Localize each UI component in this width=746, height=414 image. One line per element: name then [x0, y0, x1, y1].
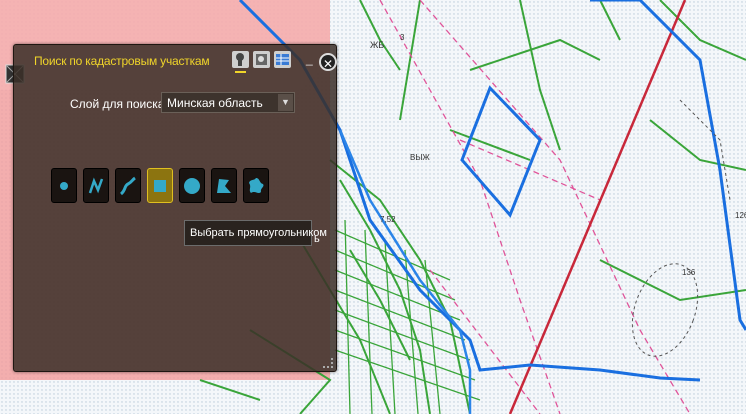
chevron-down-icon: ▼ — [278, 94, 293, 111]
tooltip-tail-text: ь — [314, 233, 320, 245]
polyline-tool[interactable] — [83, 168, 109, 203]
map-label: 3 — [400, 33, 405, 42]
search-by-point-icon[interactable] — [232, 51, 249, 73]
tool-tooltip: Выбрать прямоугольником — [184, 220, 327, 246]
circle-tool[interactable] — [179, 168, 205, 203]
layer-select[interactable]: Минская область ▼ — [161, 92, 295, 113]
minimize-button[interactable]: _ — [306, 53, 316, 65]
search-by-layer-icon[interactable] — [253, 51, 270, 68]
rectangle-icon — [154, 180, 166, 192]
rectangle-tool[interactable] — [147, 168, 173, 203]
map-label: 136 — [682, 268, 696, 277]
map-label: ВЫЖ — [410, 153, 430, 162]
point-tool[interactable] — [51, 168, 77, 203]
freehand-line-tool[interactable] — [115, 168, 141, 203]
cadastral-search-panel: Поиск по кадастровым участкам _ ✕ Слой д… — [13, 44, 337, 372]
resize-handle[interactable] — [323, 358, 333, 368]
map-label: 7,52 — [380, 215, 396, 224]
freehand-polygon-tool[interactable] — [243, 168, 269, 203]
close-button[interactable]: ✕ — [319, 53, 337, 71]
freehand-polygon-icon — [249, 178, 264, 193]
polygon-tool[interactable] — [211, 168, 237, 203]
map-label: ЖБ — [370, 40, 384, 50]
panel-mode-icons — [232, 51, 291, 73]
panel-title: Поиск по кадастровым участкам — [34, 54, 210, 68]
polyline-icon — [88, 177, 104, 194]
polygon-icon — [217, 179, 231, 193]
layer-select-value: Минская область — [167, 96, 263, 110]
layer-label: Слой для поиска: — [70, 97, 168, 111]
point-icon — [60, 182, 68, 190]
draw-tools — [51, 168, 269, 203]
table-results-icon[interactable] — [274, 51, 291, 68]
circle-icon — [184, 178, 200, 194]
freehand-line-icon — [119, 176, 136, 196]
map-label: 126 — [735, 211, 746, 220]
